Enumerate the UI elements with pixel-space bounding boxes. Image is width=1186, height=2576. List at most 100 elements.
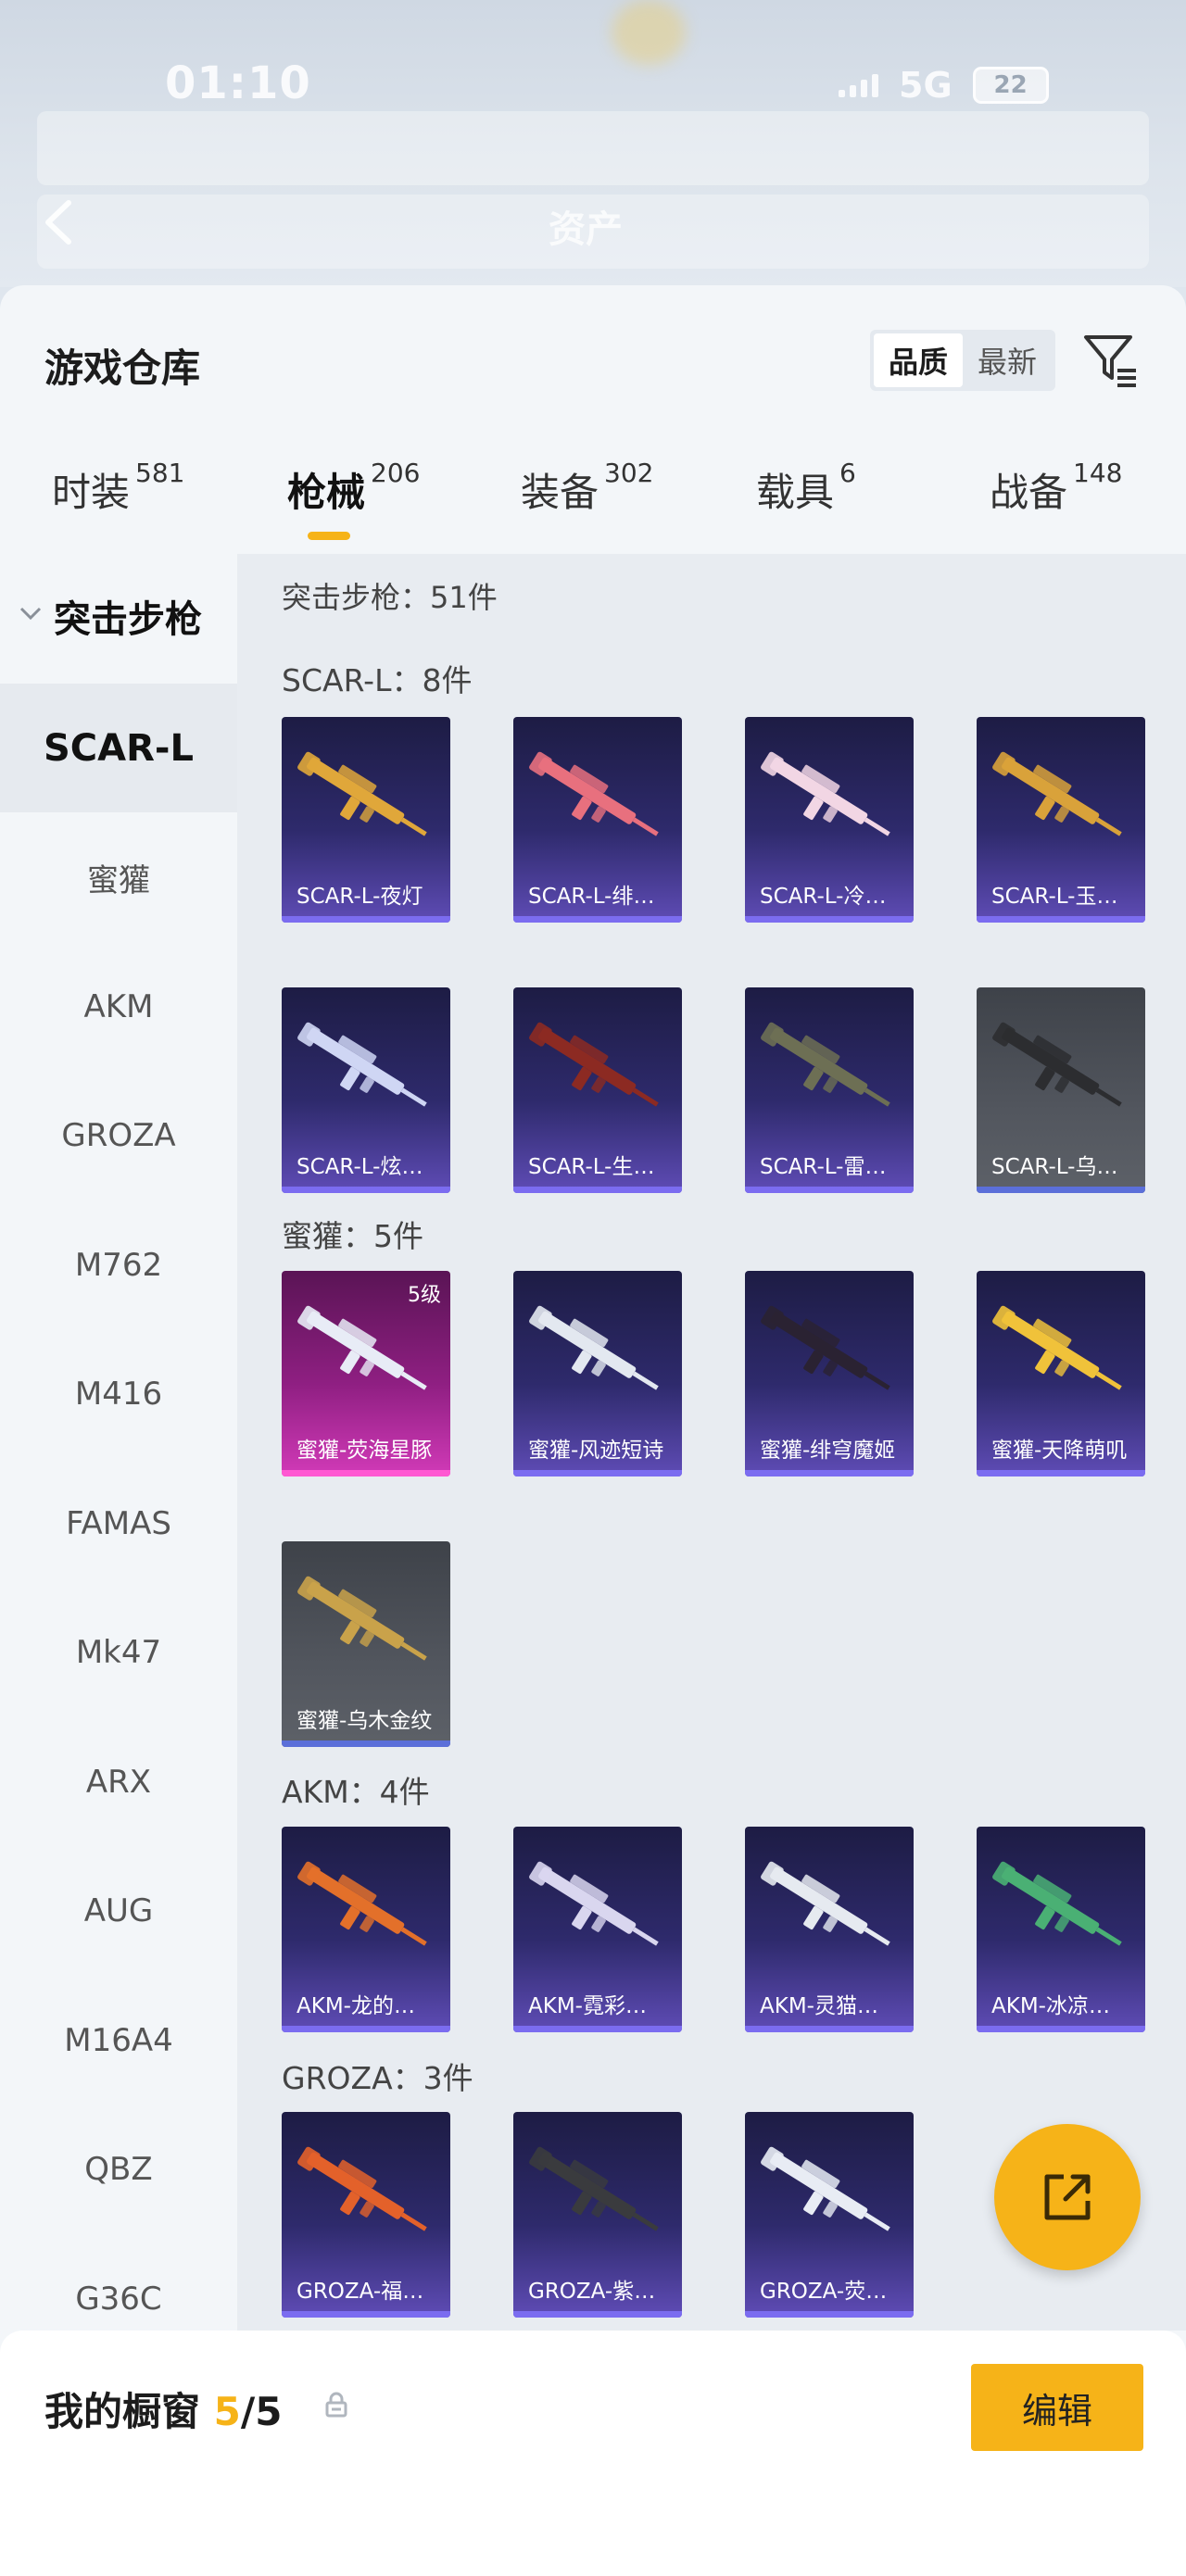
weapon-card[interactable]: GROZA-荧… [745,2112,914,2318]
group-title: SCAR-L：8件 [282,662,473,698]
weapon-card[interactable]: 蜜獾-绯穹魔姬 [745,1271,914,1476]
weapon-name: AKM-灵猫… [760,1994,878,2018]
weapon-name: GROZA-福… [296,2280,424,2304]
weapon-image [992,1305,1122,1390]
sidebar-item[interactable]: M416 [0,1330,237,1459]
rarity-bar [282,2311,450,2318]
weapon-card[interactable]: SCAR-L-雷… [745,987,914,1193]
rarity-bar [977,1470,1145,1476]
battery-icon: 22 [972,67,1049,104]
sort-option-latest[interactable]: 最新 [963,333,1052,387]
weapon-card[interactable]: AKM-龙的… [282,1827,450,2032]
weapon-image [529,1305,659,1390]
edit-button[interactable]: 编辑 [971,2364,1143,2451]
weapon-card[interactable]: SCAR-L-冷… [745,717,914,923]
weapon-card[interactable]: GROZA-福… [282,2112,450,2318]
weapon-image [761,1861,890,1946]
weapon-name: SCAR-L-冷… [760,885,887,909]
tab-supplies[interactable]: 战备 148 [990,458,1122,518]
weapon-name: AKM-冰凉… [991,1994,1110,2018]
rarity-bar [977,916,1145,923]
weapon-image [297,1861,427,1946]
weapon-image [761,1305,890,1390]
weapon-card[interactable]: AKM-霓彩… [513,1827,682,2032]
weapon-card[interactable]: 蜜獾-风迹短诗 [513,1271,682,1476]
tab-equipment[interactable]: 装备 302 [521,458,653,518]
weapon-name: SCAR-L-生… [528,1155,655,1179]
active-tab-indicator [308,532,350,540]
weapon-grid-area: 突击步枪：51件 SCAR-L：8件 SCAR-L-夜灯 SCAR-L-绯… SCAR… [237,554,1186,2331]
weapon-image [761,2146,890,2231]
category-tabs: 时装 581 枪械 206 装备 302 载具 6 战备 148 [0,458,1186,563]
rarity-bar [282,1740,450,1747]
rarity-bar [513,1470,682,1476]
blurred-backdrop [37,111,1149,185]
rarity-bar [977,1187,1145,1193]
share-icon [1044,2174,1091,2220]
sort-option-quality[interactable]: 品质 [874,333,963,387]
sidebar-item[interactable]: QBZ [0,2105,237,2234]
weapon-card[interactable]: SCAR-L-夜灯 [282,717,450,923]
blurred-backdrop [612,0,686,65]
sidebar-category-label: 突击步枪 [54,598,202,641]
weapon-image [992,751,1122,836]
sidebar-item[interactable]: GROZA [0,1072,237,1200]
rarity-bar [513,916,682,923]
sidebar-item[interactable]: M762 [0,1200,237,1329]
showcase-title: 我的橱窗 5/5 [44,2381,282,2437]
weapon-card[interactable]: 蜜獾-乌木金纹 [282,1541,450,1747]
rarity-bar [513,1187,682,1193]
weapon-card[interactable]: AKM-冰凉… [977,1827,1145,2032]
status-bar-area: 01:10 5G 22 资产 [0,0,1186,287]
tab-vehicles[interactable]: 载具 6 [756,458,856,518]
tab-fashion[interactable]: 时装 581 [52,458,184,518]
share-button[interactable] [994,2124,1141,2270]
rarity-bar [282,2026,450,2032]
sidebar-item[interactable]: SCAR-L [0,684,237,812]
chevron-down-icon [19,607,42,621]
rarity-bar [513,2311,682,2318]
weapon-name: SCAR-L-雷… [760,1155,887,1179]
filter-icon[interactable] [1080,330,1140,389]
sidebar-item[interactable]: AUG [0,1847,237,1976]
showcase-label: 我的橱窗 [44,2389,201,2434]
chevron-left-icon[interactable] [41,199,78,245]
sidebar-item[interactable]: Mk47 [0,1589,237,1717]
rarity-bar [745,1470,914,1476]
showcase-bar: 我的橱窗 5/5 编辑 [0,2331,1186,2576]
weapon-card[interactable]: SCAR-L-生… [513,987,682,1193]
tab-guns[interactable]: 枪械 206 [287,458,420,518]
weapon-card[interactable]: SCAR-L-炫… [282,987,450,1193]
weapon-name: SCAR-L-玉… [991,885,1118,909]
weapon-name: SCAR-L-炫… [296,1155,423,1179]
weapon-name: 蜜獾-乌木金纹 [296,1709,433,1733]
sidebar-item[interactable]: AKM [0,942,237,1071]
lock-icon[interactable] [324,2392,348,2418]
weapon-card[interactable]: GROZA-紫… [513,2112,682,2318]
weapon-name: AKM-龙的… [296,1994,415,2018]
weapon-card[interactable]: SCAR-L-玉… [977,717,1145,923]
rarity-bar [745,1187,914,1193]
rarity-bar [745,916,914,923]
rarity-bar [282,1470,450,1476]
weapon-card[interactable]: AKM-灵猫… [745,1827,914,2032]
weapon-image [297,2146,427,2231]
showcase-count-used: 5 [213,2389,241,2434]
weapon-card[interactable]: 蜜獾-天降萌叽 [977,1271,1145,1476]
category-count: 突击步枪：51件 [282,580,498,615]
group-title: AKM：4件 [282,1774,430,1810]
sidebar-category[interactable]: 突击步枪 [0,554,237,684]
weapon-card[interactable]: SCAR-L-乌… [977,987,1145,1193]
weapon-card[interactable]: 蜜獾-荧海星豚 5级 [282,1271,450,1476]
sidebar-item[interactable]: FAMAS [0,1459,237,1588]
showcase-count: 5/5 [214,2389,283,2434]
sidebar-item[interactable]: ARX [0,1717,237,1846]
sidebar-item[interactable]: M16A4 [0,1976,237,2105]
weapon-image [297,1576,427,1661]
sidebar-item[interactable]: 蜜獾 [0,813,237,942]
rarity-bar [513,2026,682,2032]
rarity-bar [282,916,450,923]
weapon-card[interactable]: SCAR-L-绯… [513,717,682,923]
weapon-name: GROZA-紫… [528,2280,656,2304]
weapon-image [297,1022,427,1107]
